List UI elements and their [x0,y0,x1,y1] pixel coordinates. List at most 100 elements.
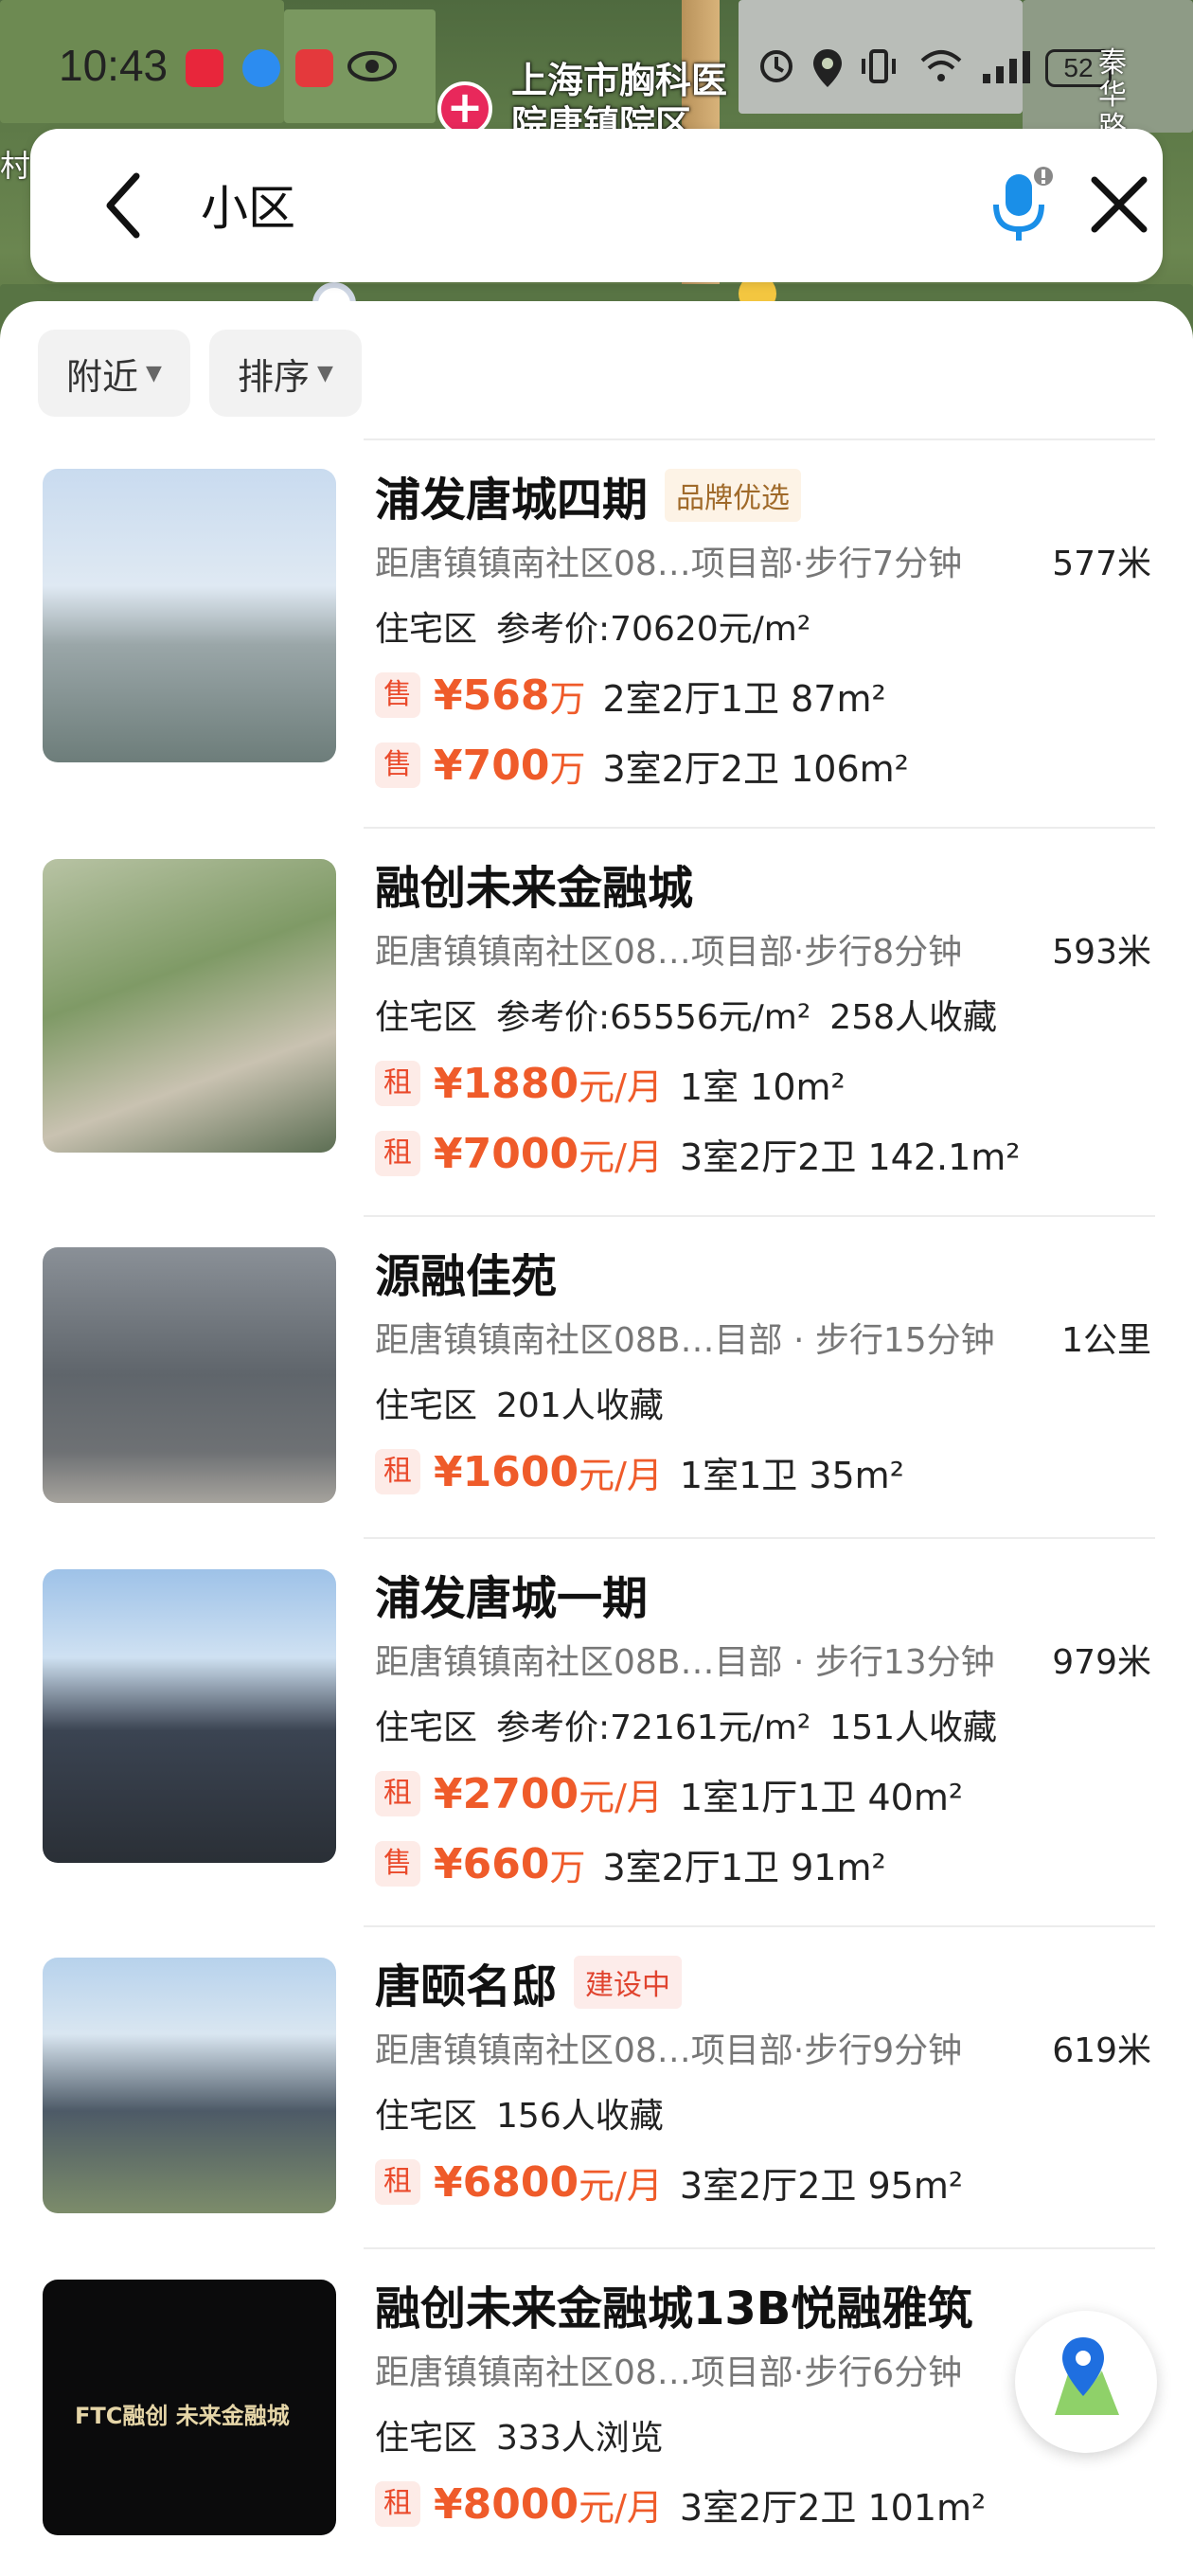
divider [364,2247,1155,2249]
result-address: 距唐镇镇南社区08…项目部·步行8分钟 [375,933,963,972]
result-address: 距唐镇镇南社区08…项目部·步行7分钟 [375,545,963,583]
filter-nearby-label: 附近 [66,355,139,398]
price-value: ¥2700 [434,1769,579,1818]
result-item[interactable]: 浦发唐城一期距唐镇镇南社区08B…目部 · 步行13分钟 979米住宅区 参考价:7… [0,1537,1193,1925]
results-sheet: 附近 ▼ 排序 ▼ 浦发唐城四期 品牌优选 距唐镇镇南社区08…项目部·步行7分钟 5… [0,301,1193,2576]
price-value: ¥8000 [434,2479,579,2529]
room-layout: 3室2厅1卫 91m² [602,1846,886,1888]
result-thumbnail[interactable] [43,469,336,762]
result-thumbnail[interactable] [43,1569,336,1863]
result-thumbnail[interactable] [43,859,336,1153]
result-item[interactable]: 浦发唐城四期 品牌优选 距唐镇镇南社区08…项目部·步行7分钟 577米 住宅区 参考价:… [0,438,1193,827]
price-line[interactable]: 租 ¥1600 元/月 1室1卫 35m² [375,1437,1151,1507]
location-icon [810,47,845,98]
price-value: ¥700 [434,741,550,790]
price-unit: 元/月 [579,1454,663,1496]
result-title[interactable]: 源融佳苑 [375,1239,557,1305]
room-layout: 3室2厅2卫 142.1m² [679,1136,1021,1178]
result-distance: 619米 [1052,2031,1151,2070]
eye-icon [347,47,398,94]
voice-search-button[interactable] [977,163,1062,248]
meta-line: 住宅区 201人收藏 [375,1368,1151,1437]
price-line[interactable]: 租 ¥1880 元/月 1室 10m² [375,1048,1151,1118]
result-meta: 住宅区 [375,1708,478,1747]
result-info: 唐颐名邸 建设中 距唐镇镇南社区08…项目部·步行9分钟 619米 住宅区 156人收藏租… [375,1948,1151,2217]
vibrate-icon [858,47,899,94]
message-app-icon [242,49,280,87]
address-line: 距唐镇镇南社区08…项目部·步行8分钟 593米 [375,918,1151,980]
title-line: 浦发唐城一期 [375,1560,1151,1628]
price-line[interactable]: 租 ¥7000 元/月 3室2厅2卫 142.1m² [375,1118,1151,1189]
result-item[interactable]: 融创未来金融城 距唐镇镇南社区08…项目部·步行8分钟 593米 住宅区 参考价:655… [0,827,1193,1215]
divider [364,1537,1155,1539]
price-unit: 元/月 [579,1776,663,1818]
rent-badge: 租 [375,1061,420,1106]
result-thumbnail[interactable] [43,1958,336,2213]
rent-badge: 租 [375,2481,420,2527]
price-line[interactable]: 租 ¥8000 元/月 3室2厅2卫 101m² [375,2469,1151,2539]
address-line: 距唐镇镇南社区08…项目部·步行9分钟 619米 [375,2016,1151,2079]
caret-down-icon: ▼ [316,361,333,385]
price-unit: 元/月 [579,1136,663,1178]
result-title[interactable]: 浦发唐城四期 [375,462,648,528]
meta-line: 住宅区 参考价:65556元/m² 258人收藏 [375,980,1151,1048]
map-view-button[interactable] [1015,2311,1157,2453]
map-pin-icon [1055,2337,1119,2415]
sale-badge: 售 [375,672,420,718]
result-meta: 参考价:65556元/m² [496,998,811,1037]
clear-search-button[interactable] [1081,167,1157,242]
microphone-icon [993,167,1053,241]
result-meta: 201人收藏 [496,1386,664,1425]
room-layout: 1室1卫 35m² [679,1454,904,1496]
result-item[interactable]: FTC融创 未来金融城 融创未来金融城13B悦融雅筑 距唐镇镇南社区08…项目部·步… [0,2247,1193,2569]
price-line[interactable]: 售 ¥568 万 2室2厅1卫 87m² [375,660,1151,730]
result-meta: 258人收藏 [829,998,998,1037]
result-item[interactable]: 源融佳苑 距唐镇镇南社区08B…目部 · 步行15分钟 1公里 住宅区 201人收藏租 ¥… [0,1215,1193,1537]
result-meta: 住宅区 [375,610,478,649]
back-button[interactable] [97,163,172,248]
result-tag: 品牌优选 [665,469,802,522]
result-thumbnail[interactable]: FTC融创 未来金融城 [43,2280,336,2535]
result-thumbnail[interactable] [43,1247,336,1503]
result-meta: 住宅区 [375,2097,478,2136]
room-layout: 1室1厅1卫 40m² [679,1776,964,1818]
divider [364,1925,1155,1927]
result-meta: 151人收藏 [829,1708,998,1747]
rent-badge: 租 [375,1449,420,1494]
filter-sort-label: 排序 [237,355,310,398]
filter-row: 附近 ▼ 排序 ▼ [38,330,362,417]
room-layout: 1室 10m² [679,1065,846,1108]
result-item[interactable]: 唐颐名邸 建设中 距唐镇镇南社区08…项目部·步行9分钟 619米 住宅区 156人收藏租… [0,1925,1193,2247]
price-line[interactable]: 租 ¥6800 元/月 3室2厅2卫 95m² [375,2147,1151,2217]
divider [364,1215,1155,1217]
search-input[interactable] [201,155,939,254]
result-distance: 979米 [1052,1643,1151,1682]
price-value: ¥568 [434,671,550,720]
result-distance: 593米 [1052,933,1151,972]
price-unit: 万 [549,1846,586,1888]
sale-badge: 售 [375,1841,420,1887]
result-title[interactable]: 浦发唐城一期 [375,1561,648,1627]
filter-sort[interactable]: 排序 ▼ [208,330,362,417]
price-value: ¥660 [434,1839,550,1888]
signal-icon [981,47,1038,94]
result-meta: 参考价:72161元/m² [496,1708,811,1747]
result-title[interactable]: 融创未来金融城13B悦融雅筑 [375,2271,972,2337]
price-line[interactable]: 租 ¥2700 元/月 1室1厅1卫 40m² [375,1759,1151,1829]
result-title[interactable]: 唐颐名邸 [375,1949,557,2015]
price-line[interactable]: 售 ¥660 万 3室2厅1卫 91m² [375,1829,1151,1899]
price-line[interactable]: 售 ¥700 万 3室2厅2卫 106m² [375,730,1151,800]
result-info: 融创未来金融城 距唐镇镇南社区08…项目部·步行8分钟 593米 住宅区 参考价:655… [375,850,1151,1189]
result-meta: 住宅区 [375,2419,478,2458]
result-title[interactable]: 融创未来金融城 [375,850,693,917]
price-unit: 元/月 [579,2164,663,2207]
alarm-icon [757,47,795,94]
result-meta: 333人浏览 [496,2419,664,2458]
divider [364,827,1155,829]
result-address: 距唐镇镇南社区08B…目部 · 步行13分钟 [375,1643,995,1682]
filter-nearby[interactable]: 附近 ▼ [38,330,190,417]
price-unit: 元/月 [579,1065,663,1108]
meta-line: 住宅区 参考价:72161元/m² 151人收藏 [375,1690,1151,1759]
price-value: ¥6800 [434,2157,579,2207]
address-line: 距唐镇镇南社区08…项目部·步行7分钟 577米 [375,529,1151,592]
